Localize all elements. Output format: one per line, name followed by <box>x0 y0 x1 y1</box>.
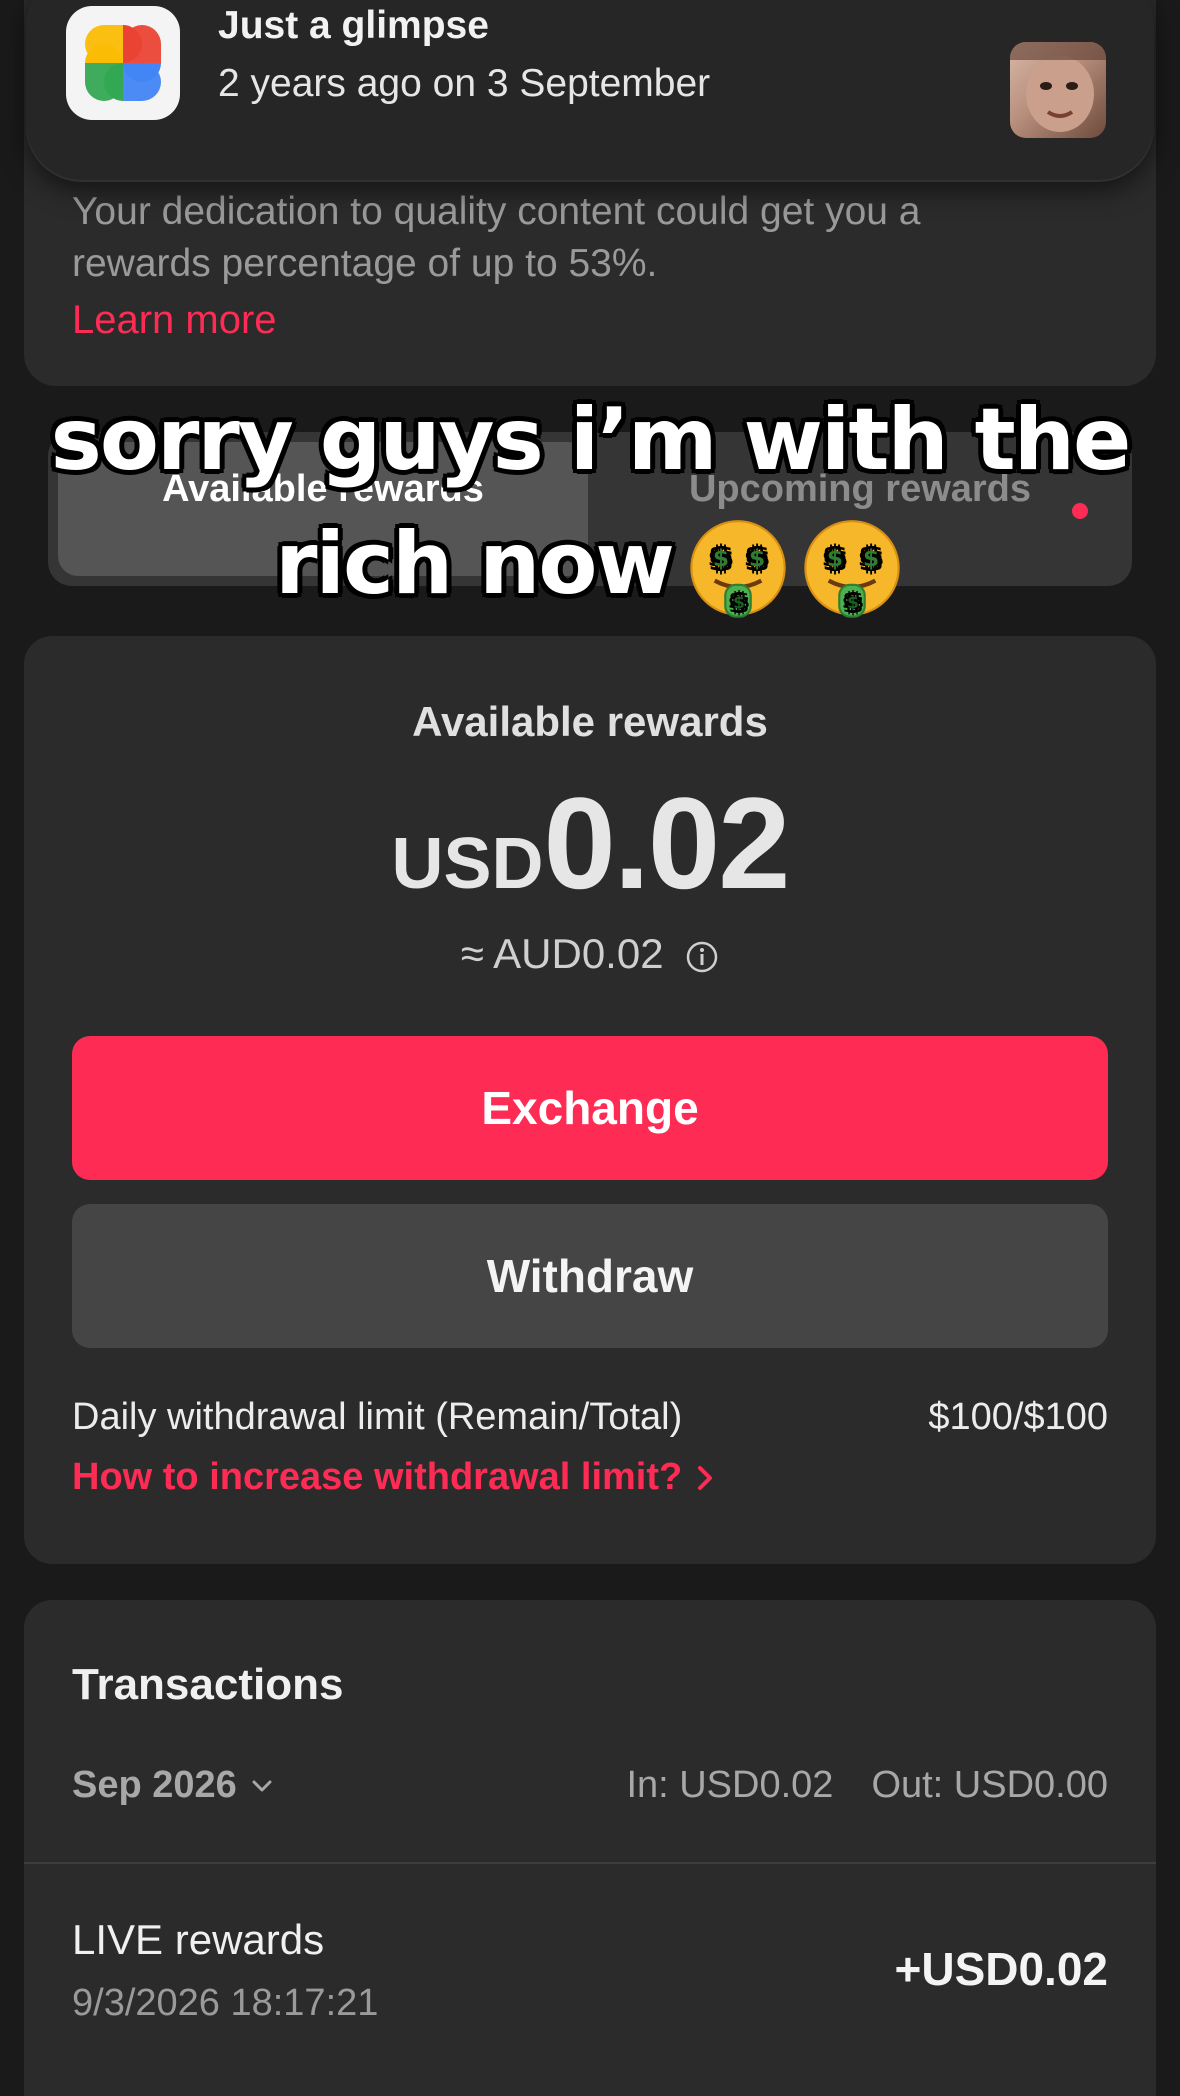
transactions-out: Out: USD0.00 <box>871 1764 1108 1806</box>
svg-text:$: $ <box>733 592 744 612</box>
transactions-card: Transactions Sep 2026 In: USD0.02 Out: US… <box>24 1600 1156 2096</box>
divider <box>24 1862 1156 1864</box>
transactions-summary: In: USD0.02 Out: USD0.00 <box>626 1764 1108 1807</box>
notification-dot <box>1072 503 1088 519</box>
balance-amount: 0.02 <box>543 770 790 916</box>
rewards-info-text: Your dedication to quality content could… <box>72 190 921 285</box>
notification-thumbnail <box>1010 42 1106 138</box>
balance-approx-text: ≈ AUD0.02 <box>460 930 664 977</box>
rewards-page: Your dedication to quality content could… <box>0 0 1180 2096</box>
svg-text:$: $ <box>847 592 858 612</box>
chevron-right-icon <box>698 1465 713 1490</box>
notification-banner[interactable]: now Just a glimpse 2 years ago on 3 Sept… <box>26 0 1154 180</box>
transactions-title: Transactions <box>72 1660 344 1709</box>
google-photos-pinwheel-icon <box>66 6 180 120</box>
exchange-button[interactable]: Exchange <box>72 1036 1108 1180</box>
chevron-down-icon <box>252 1780 272 1791</box>
withdrawal-limit-value: $100/$100 <box>928 1396 1108 1438</box>
month-selector[interactable]: Sep 2026 <box>72 1764 273 1807</box>
transactions-in: In: USD0.02 <box>626 1764 834 1806</box>
transaction-date: 9/3/2026 18:17:21 <box>72 1982 379 2024</box>
available-rewards-title: Available rewards <box>412 698 768 745</box>
increase-limit-link-text: How to increase withdrawal limit? <box>72 1456 683 1498</box>
withdraw-button[interactable]: Withdraw <box>72 1204 1108 1348</box>
learn-more-link[interactable]: Learn more <box>72 298 277 343</box>
info-icon[interactable] <box>685 940 719 974</box>
transaction-name: LIVE rewards <box>72 1916 325 1963</box>
balance-converted: ≈ AUD0.02 <box>24 930 1156 978</box>
rewards-tabs: Available rewards Upcoming rewards <box>48 432 1132 586</box>
notification-body: 2 years ago on 3 September <box>218 62 711 105</box>
tab-upcoming-rewards[interactable]: Upcoming rewards <box>600 468 1120 511</box>
month-selector-label: Sep 2026 <box>72 1764 237 1806</box>
tab-available-rewards-label: Available rewards <box>162 468 484 510</box>
withdrawal-limit-label: Daily withdrawal limit (Remain/Total) <box>72 1396 683 1438</box>
available-rewards-card: Available rewards USD0.02 ≈ AUD0.02 Exch… <box>24 636 1156 1564</box>
transaction-amount: +USD0.02 <box>894 1943 1108 1995</box>
rewards-balance: USD0.02 <box>24 768 1156 918</box>
increase-limit-link[interactable]: How to increase withdrawal limit? <box>72 1456 714 1499</box>
balance-currency: USD <box>391 824 544 904</box>
notification-title: Just a glimpse <box>218 4 489 47</box>
